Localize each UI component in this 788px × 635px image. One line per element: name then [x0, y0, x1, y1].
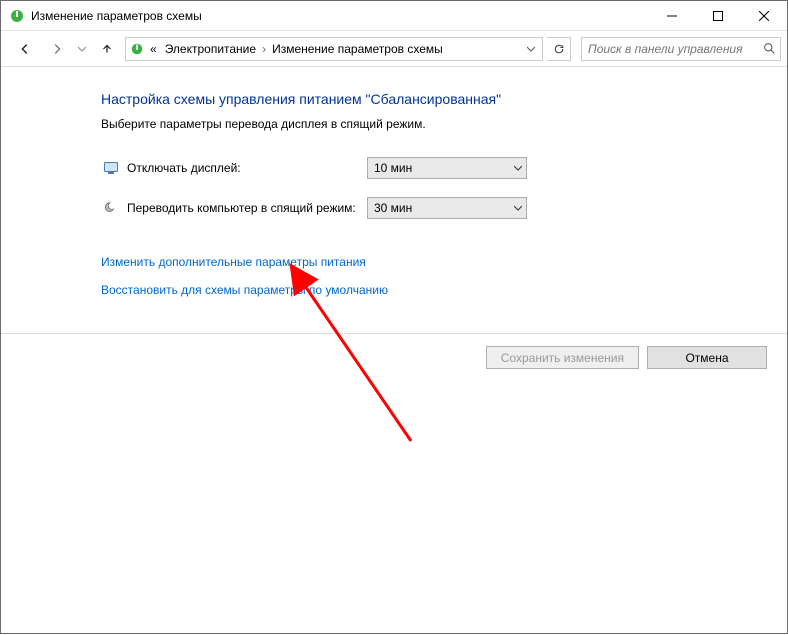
forward-button [43, 35, 71, 63]
cancel-button[interactable]: Отмена [647, 346, 767, 369]
link-advanced-settings[interactable]: Изменить дополнительные параметры питани… [101, 255, 366, 269]
page-heading: Настройка схемы управления питанием "Сба… [101, 91, 767, 107]
titlebar: Изменение параметров схемы [1, 1, 787, 31]
chevron-right-icon: › [260, 42, 268, 56]
power-options-icon [128, 42, 146, 56]
history-dropdown-icon[interactable] [75, 45, 89, 53]
refresh-button[interactable] [547, 37, 571, 61]
link-restore-defaults[interactable]: Восстановить для схемы параметры по умол… [101, 283, 388, 297]
window-title: Изменение параметров схемы [31, 9, 202, 23]
button-row: Сохранить изменения Отмена [1, 333, 787, 369]
navbar: « Электропитание › Изменение параметров … [1, 31, 787, 67]
content-area: Настройка схемы управления питанием "Сба… [1, 67, 787, 311]
save-button: Сохранить изменения [486, 346, 639, 369]
display-off-value: 10 мин [374, 161, 412, 175]
back-button[interactable] [11, 35, 39, 63]
minimize-button[interactable] [649, 1, 695, 31]
search-icon[interactable] [758, 42, 780, 55]
setting-display-off: Отключать дисплей: 10 мин [101, 157, 767, 179]
power-options-icon [9, 8, 25, 24]
setting-sleep: Переводить компьютер в спящий режим: 30 … [101, 197, 767, 219]
sleep-combo[interactable]: 30 мин [367, 197, 527, 219]
sleep-value: 30 мин [374, 201, 412, 215]
search-input[interactable] [582, 42, 758, 56]
breadcrumb-prefix[interactable]: « [146, 42, 161, 56]
display-off-label: Отключать дисплей: [127, 161, 367, 175]
breadcrumb-edit-plan[interactable]: Изменение параметров схемы [268, 42, 447, 56]
close-button[interactable] [741, 1, 787, 31]
chevron-down-icon [514, 161, 522, 175]
chevron-down-icon [514, 201, 522, 215]
monitor-icon [101, 160, 121, 176]
breadcrumb[interactable]: « Электропитание › Изменение параметров … [125, 37, 543, 61]
sleep-label: Переводить компьютер в спящий режим: [127, 201, 367, 215]
moon-icon [101, 200, 121, 216]
display-off-combo[interactable]: 10 мин [367, 157, 527, 179]
search-box[interactable] [581, 37, 781, 61]
page-subtext: Выберите параметры перевода дисплея в сп… [101, 117, 767, 131]
maximize-button[interactable] [695, 1, 741, 31]
breadcrumb-dropdown-icon[interactable] [522, 45, 540, 53]
breadcrumb-power[interactable]: Электропитание [161, 42, 260, 56]
up-button[interactable] [93, 35, 121, 63]
